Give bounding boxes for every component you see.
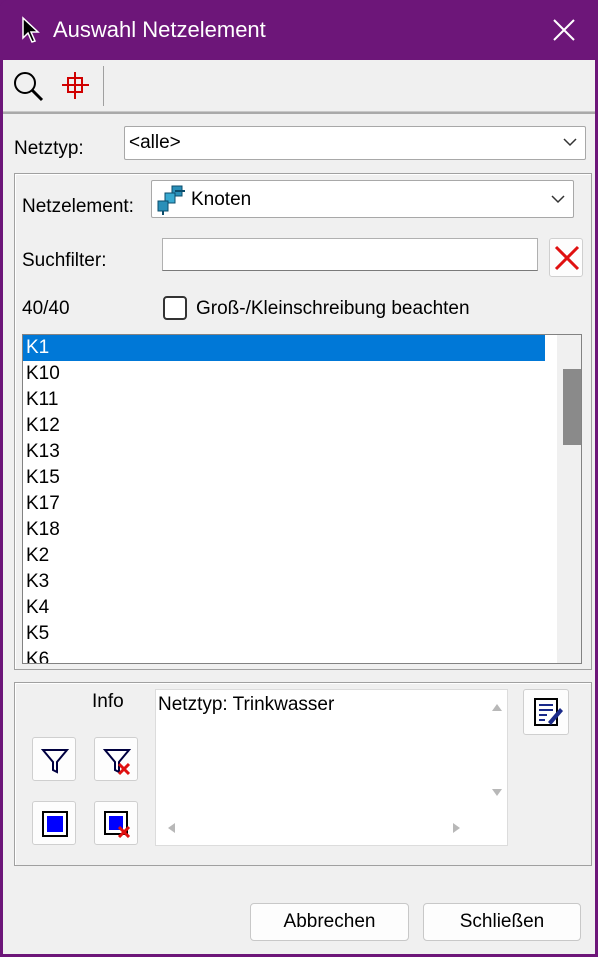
filter-funnel-icon (40, 749, 70, 774)
element-list: K1 K10 K11 K12 K13 K15 K17 K18 K2 K3 K4 … (23, 335, 581, 663)
select-all-button[interactable] (32, 801, 76, 845)
remove-filter-button[interactable] (94, 737, 138, 781)
case-sensitive-checkbox[interactable] (163, 296, 187, 320)
deselect-button[interactable] (94, 801, 138, 845)
list-item[interactable]: K13 (23, 439, 545, 465)
window-title: Auswahl Netzelement (53, 17, 266, 42)
list-item[interactable]: K12 (23, 413, 545, 439)
clear-filter-button[interactable] (549, 238, 583, 277)
netzelement-label: Netzelement: (22, 196, 134, 217)
toolbar-separator (103, 66, 104, 106)
scroll-left-arrow-icon[interactable] (166, 822, 176, 834)
list-item[interactable]: K10 (23, 361, 545, 387)
info-text: Netztyp: Trinkwasser (158, 694, 335, 715)
netztyp-value: <alle> (129, 132, 181, 153)
list-item[interactable]: K3 (23, 569, 545, 595)
crosshair-icon (62, 72, 89, 99)
list-item[interactable]: K2 (23, 543, 545, 569)
edit-info-button[interactable] (523, 689, 569, 735)
close-button[interactable]: Schließen (423, 903, 581, 941)
select-in-map-button[interactable] (59, 69, 93, 103)
scroll-right-arrow-icon[interactable] (452, 822, 462, 834)
filter-remove-icon (102, 749, 132, 776)
dialog-client: Netztyp: <alle> Netzelement: Knoten Such… (3, 60, 595, 954)
select-square-icon (42, 811, 68, 837)
edit-document-icon (534, 698, 563, 726)
cancel-button[interactable]: Abbrechen (250, 903, 409, 941)
delete-x-icon (554, 245, 580, 271)
cursor-arrow-icon (20, 16, 42, 44)
info-textbox[interactable]: Netztyp: Trinkwasser (155, 689, 508, 846)
scroll-up-arrow-icon[interactable] (491, 702, 503, 712)
netzelement-combobox[interactable]: Knoten (151, 180, 574, 218)
list-scrollbar-thumb[interactable] (563, 369, 581, 445)
list-item[interactable]: K18 (23, 517, 545, 543)
case-sensitive-label: Groß-/Kleinschreibung beachten (196, 298, 470, 319)
deselect-square-icon (104, 811, 131, 838)
node-network-icon (157, 185, 185, 215)
suchfilter-label: Suchfilter: (22, 250, 107, 271)
list-item[interactable]: K11 (23, 387, 545, 413)
netzelement-value: Knoten (191, 189, 252, 210)
suchfilter-input[interactable] (162, 238, 538, 271)
dialog-window: Auswahl Netzelement Netztyp: <alle> Netz… (0, 0, 598, 957)
info-label: Info (92, 691, 124, 712)
list-item[interactable]: K17 (23, 491, 545, 517)
close-window-button[interactable] (532, 0, 598, 60)
toolbar-divider (3, 112, 595, 114)
list-item[interactable]: K5 (23, 621, 545, 647)
list-item[interactable]: K6 (23, 647, 545, 663)
title-bar: Auswahl Netzelement (0, 0, 598, 60)
close-icon (553, 19, 575, 41)
list-item[interactable]: K15 (23, 465, 545, 491)
zoom-to-element-button[interactable] (11, 69, 45, 103)
chevron-down-icon (563, 138, 577, 147)
list-item[interactable]: K4 (23, 595, 545, 621)
chevron-down-icon (551, 195, 565, 204)
filter-button[interactable] (32, 737, 76, 781)
scroll-down-arrow-icon[interactable] (491, 788, 503, 798)
list-item-selected[interactable]: K1 (23, 335, 545, 361)
toolbar (3, 60, 595, 112)
netztyp-label: Netztyp: (14, 138, 84, 159)
list-scrollbar[interactable] (557, 335, 581, 663)
element-listbox[interactable]: K1 K10 K11 K12 K13 K15 K17 K18 K2 K3 K4 … (22, 334, 582, 664)
result-counter: 40/40 (22, 298, 70, 319)
magnifier-icon (14, 72, 44, 102)
netztyp-combobox[interactable]: <alle> (124, 126, 586, 160)
